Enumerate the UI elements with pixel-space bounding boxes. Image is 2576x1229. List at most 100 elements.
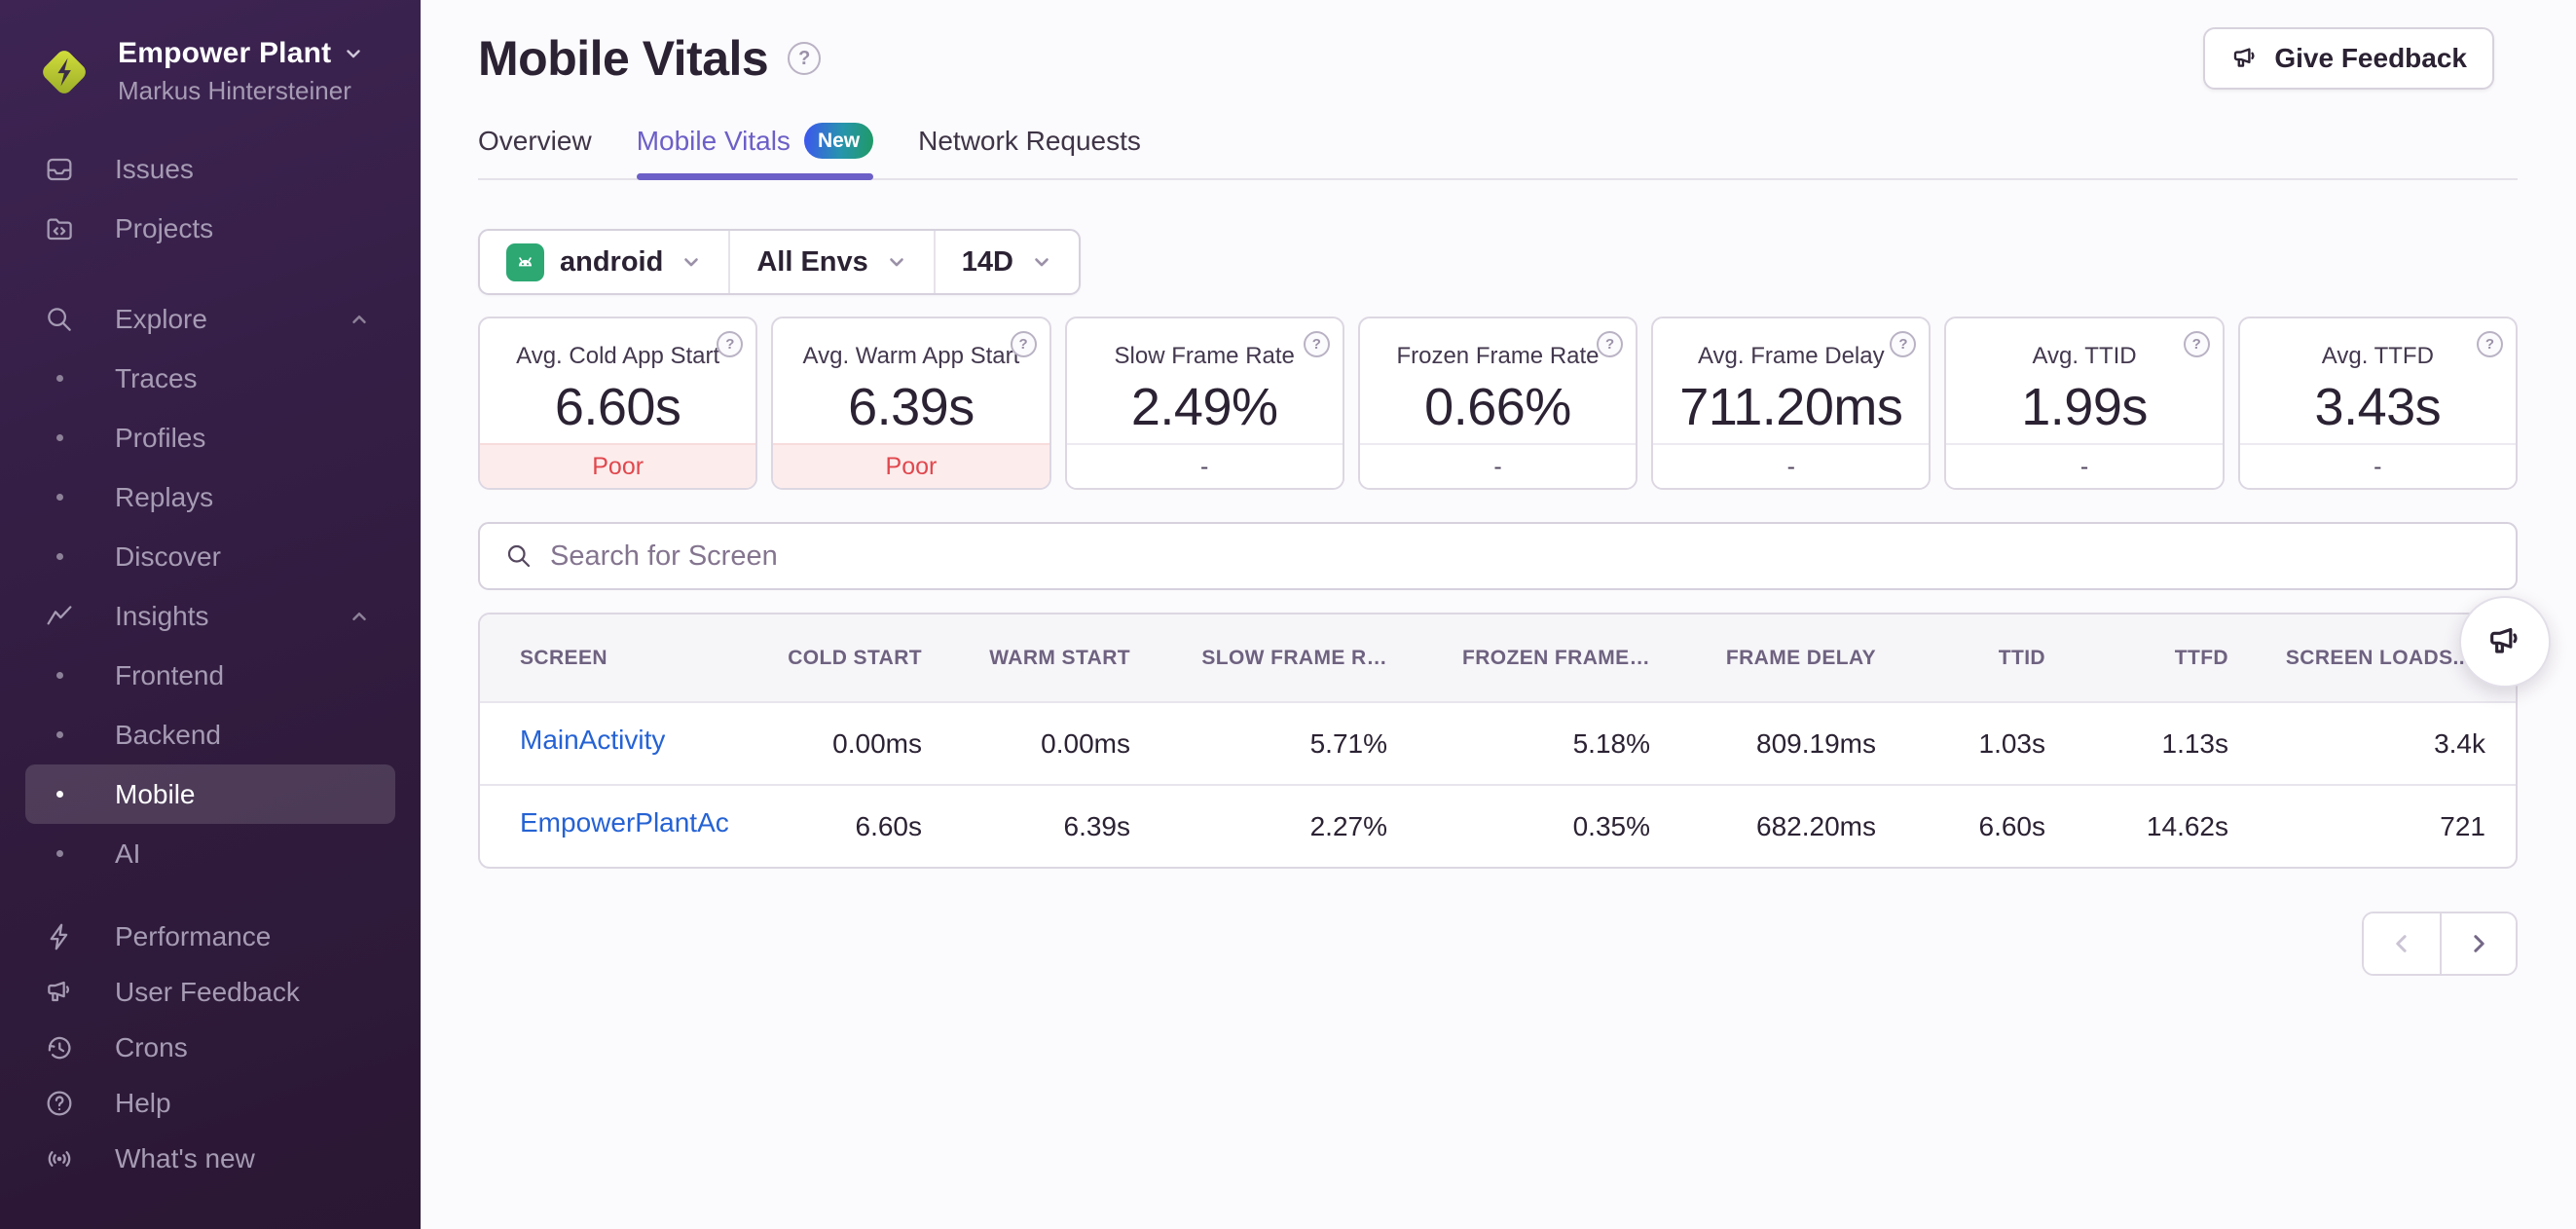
sidebar: Empower Plant Markus Hintersteiner Issue… — [0, 0, 421, 1229]
search-input[interactable] — [550, 540, 2491, 573]
help-icon[interactable]: ? — [788, 42, 822, 75]
previous-page-button[interactable] — [2364, 913, 2440, 974]
date-range-filter-dropdown[interactable]: 14D — [933, 231, 1079, 293]
sidebar-item-traces[interactable]: Traces — [25, 349, 395, 408]
status-badge: Poor — [773, 443, 1049, 488]
screen-link[interactable]: MainActivity — [520, 725, 665, 756]
sidebar-item-backend[interactable]: Backend — [25, 705, 395, 764]
column-header-cold-start[interactable]: COLD START — [772, 647, 922, 670]
bullet-icon — [43, 791, 76, 798]
sidebar-item-ai[interactable]: AI — [25, 824, 395, 883]
tab-overview[interactable]: Overview — [478, 123, 592, 178]
help-icon[interactable]: ? — [2476, 331, 2503, 357]
column-header-ttid[interactable]: TTID — [1876, 647, 2045, 670]
vitals-cards: ? Avg. Cold App Start 6.60s Poor ? Avg. … — [478, 317, 2518, 490]
next-page-button[interactable] — [2440, 913, 2516, 974]
cell-screen-loads: 3.4k — [2434, 727, 2485, 759]
megaphone-icon — [43, 977, 76, 1008]
insights-icon — [43, 601, 76, 632]
sidebar-item-mobile[interactable]: Mobile — [25, 764, 395, 824]
broadcast-icon — [43, 1143, 76, 1174]
sidebar-item-replays[interactable]: Replays — [25, 467, 395, 527]
pagination — [2362, 912, 2518, 976]
vital-card-frame-delay: ? Avg. Frame Delay 711.20ms - — [1651, 317, 1932, 490]
status-badge: - — [1066, 443, 1343, 488]
sidebar-item-explore[interactable]: Explore — [25, 289, 395, 349]
status-badge: - — [1359, 443, 1637, 488]
column-header-frame-delay[interactable]: FRAME DELAY — [1650, 647, 1876, 670]
column-header-slow-frame-rate[interactable]: SLOW FRAME R… — [1130, 647, 1387, 670]
sidebar-item-performance[interactable]: Performance — [25, 909, 395, 964]
org-user-name: Markus Hintersteiner — [118, 76, 351, 105]
search-icon — [504, 541, 534, 571]
column-header-ttfd[interactable]: TTFD — [2045, 647, 2228, 670]
give-feedback-button[interactable]: Give Feedback — [2203, 27, 2494, 90]
cell-ttid: 6.60s — [1978, 810, 2046, 841]
column-header-screen[interactable]: SCREEN — [480, 647, 772, 670]
cell-frame-delay: 682.20ms — [1756, 810, 1876, 841]
tab-mobile-vitals[interactable]: Mobile Vitals New — [636, 123, 874, 180]
issues-icon — [43, 154, 76, 185]
page-title: Mobile Vitals — [478, 31, 769, 86]
tab-network-requests[interactable]: Network Requests — [918, 123, 1141, 178]
tab-bar: Overview Mobile Vitals New Network Reque… — [478, 123, 2518, 180]
new-badge: New — [803, 123, 874, 159]
cell-frozen-frame-rate: 0.35% — [1572, 810, 1650, 841]
vital-card-warm-app-start: ? Avg. Warm App Start 6.39s Poor — [771, 317, 1051, 490]
give-feedback-label: Give Feedback — [2274, 43, 2467, 73]
sidebar-item-crons[interactable]: Crons — [25, 1020, 395, 1075]
help-icon[interactable]: ? — [1303, 331, 1330, 357]
screen-link[interactable]: EmpowerPlantAc — [520, 807, 729, 838]
help-icon[interactable]: ? — [1010, 331, 1037, 357]
column-header-frozen-frame-rate[interactable]: FROZEN FRAME… — [1387, 647, 1650, 670]
vital-card-ttfd: ? Avg. TTFD 3.43s - — [2237, 317, 2518, 490]
sidebar-item-issues[interactable]: Issues — [25, 139, 395, 199]
date-range-filter-value: 14D — [961, 245, 1013, 278]
chevron-up-icon — [349, 309, 370, 330]
org-switcher[interactable]: Empower Plant Markus Hintersteiner — [0, 37, 421, 106]
floating-feedback-button[interactable] — [2459, 596, 2551, 688]
status-badge: Poor — [480, 443, 756, 488]
help-circle-icon — [43, 1088, 76, 1119]
table-row: EmpowerPlantAc 6.60s 6.39s 2.27% 0.35% 6… — [480, 784, 2516, 867]
cell-ttfd: 1.13s — [2161, 727, 2229, 759]
table-row: MainActivity 0.00ms 0.00ms 5.71% 5.18% 8… — [480, 701, 2516, 784]
help-icon[interactable]: ? — [1597, 331, 1624, 357]
project-filter-value: android — [560, 245, 664, 278]
sidebar-item-projects[interactable]: Projects — [25, 199, 395, 258]
sidebar-item-whats-new[interactable]: What's new — [25, 1131, 395, 1186]
status-badge: - — [1653, 443, 1930, 488]
chevron-up-icon — [349, 606, 370, 627]
sidebar-item-insights[interactable]: Insights — [25, 586, 395, 646]
sidebar-item-discover[interactable]: Discover — [25, 527, 395, 586]
cell-slow-frame-rate: 5.71% — [1309, 727, 1387, 759]
clock-history-icon — [43, 1032, 76, 1063]
filter-bar: android All Envs 14D — [478, 229, 1081, 295]
cell-frozen-frame-rate: 5.18% — [1572, 727, 1650, 759]
bullet-icon — [43, 494, 76, 501]
chevron-down-icon — [1031, 251, 1052, 273]
sidebar-item-profiles[interactable]: Profiles — [25, 408, 395, 467]
bullet-icon — [43, 553, 76, 560]
chevron-down-icon — [343, 43, 364, 64]
vital-card-cold-app-start: ? Avg. Cold App Start 6.60s Poor — [478, 317, 758, 490]
column-header-warm-start[interactable]: WARM START — [922, 647, 1130, 670]
help-icon[interactable]: ? — [2183, 331, 2210, 357]
status-badge: - — [2239, 443, 2516, 488]
android-icon — [506, 242, 544, 281]
table-header-row: SCREEN COLD START WARM START SLOW FRAME … — [480, 614, 2516, 701]
bullet-icon — [43, 672, 76, 679]
chevron-right-icon — [2465, 930, 2492, 957]
cell-cold-start: 6.60s — [855, 810, 923, 841]
vital-card-slow-frame-rate: ? Slow Frame Rate 2.49% - — [1064, 317, 1344, 490]
bullet-icon — [43, 434, 76, 441]
sidebar-item-user-feedback[interactable]: User Feedback — [25, 964, 395, 1020]
sidebar-item-help[interactable]: Help — [25, 1075, 395, 1131]
org-name: Empower Plant — [118, 37, 332, 69]
projects-icon — [43, 213, 76, 244]
environment-filter-dropdown[interactable]: All Envs — [728, 231, 933, 293]
sidebar-item-frontend[interactable]: Frontend — [25, 646, 395, 705]
cell-warm-start: 6.39s — [1063, 810, 1131, 841]
cell-ttid: 1.03s — [1978, 727, 2046, 759]
project-filter-dropdown[interactable]: android — [480, 231, 728, 293]
